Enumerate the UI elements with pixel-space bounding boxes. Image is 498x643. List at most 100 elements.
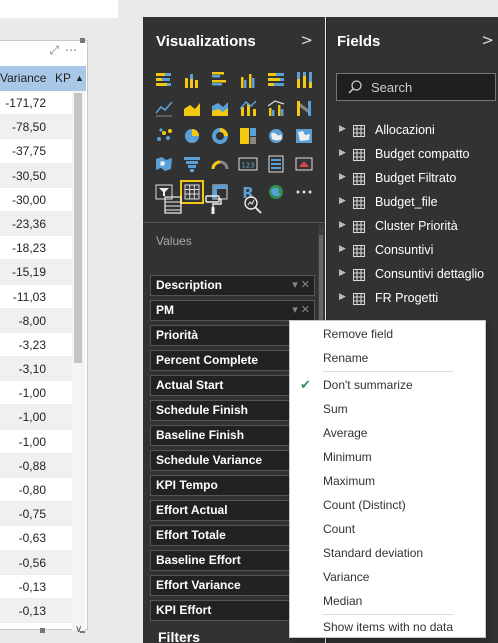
- dropdown-icon[interactable]: ▾: [292, 304, 301, 316]
- table-row[interactable]: -0,13: [0, 598, 72, 624]
- map-icon[interactable]: [265, 125, 287, 147]
- table-row[interactable]: -18,23: [0, 236, 72, 261]
- table-row[interactable]: -0,13: [0, 575, 72, 599]
- menu-item-average[interactable]: Average: [323, 426, 367, 440]
- table-row[interactable]: -0,88: [0, 453, 72, 478]
- area-chart-icon[interactable]: [181, 97, 203, 119]
- stacked-bar-chart-icon[interactable]: [153, 69, 175, 91]
- filled-map-icon[interactable]: [293, 125, 315, 147]
- expand-chevron-icon[interactable]: ▶: [339, 292, 346, 302]
- line-and-stacked-column-icon[interactable]: [237, 97, 259, 119]
- expand-chevron-icon[interactable]: ▶: [339, 196, 346, 206]
- field-table-item[interactable]: ▶ Allocazioni: [327, 120, 498, 144]
- card-icon[interactable]: 123: [237, 153, 259, 175]
- donut-chart-icon[interactable]: [209, 125, 231, 147]
- table-row[interactable]: -15,19: [0, 260, 72, 285]
- collapse-visualizations-icon[interactable]: >: [300, 31, 313, 49]
- fields-tab-icon[interactable]: [161, 193, 185, 217]
- funnel-chart-icon[interactable]: [181, 153, 203, 175]
- remove-field-icon[interactable]: ✕: [301, 304, 310, 316]
- field-table-item[interactable]: ▶ Budget Filtrato: [327, 168, 498, 192]
- table-row[interactable]: -37,75: [0, 139, 72, 164]
- menu-item-dont-summarize[interactable]: Don't summarize: [323, 378, 413, 392]
- table-row[interactable]: -0,75: [0, 502, 72, 527]
- table-row[interactable]: -171,72: [0, 91, 72, 116]
- visual-pane-tabs: [143, 187, 325, 223]
- table-row[interactable]: -8,00: [0, 308, 72, 333]
- scatter-chart-icon[interactable]: [153, 125, 175, 147]
- table-row[interactable]: -78,50: [0, 115, 72, 140]
- table-row[interactable]: -1,00: [0, 381, 72, 406]
- expand-chevron-icon[interactable]: ▶: [339, 124, 346, 134]
- menu-item-minimum[interactable]: Minimum: [323, 450, 372, 464]
- pie-chart-icon[interactable]: [181, 125, 203, 147]
- menu-item-median[interactable]: Median: [323, 594, 362, 608]
- table-row[interactable]: -11,03: [0, 285, 72, 309]
- scrollbar-thumb[interactable]: [74, 93, 82, 363]
- stacked-column-chart-icon[interactable]: [181, 69, 203, 91]
- clustered-bar-chart-icon[interactable]: [209, 69, 231, 91]
- menu-item-rename[interactable]: Rename: [323, 351, 368, 365]
- search-input[interactable]: [371, 78, 491, 96]
- table-row[interactable]: -3,23: [0, 333, 72, 358]
- table-row[interactable]: [0, 623, 72, 643]
- table-row[interactable]: -0,80: [0, 478, 72, 503]
- scroll-down-icon[interactable]: ∨: [75, 624, 82, 635]
- field-table-item[interactable]: ▶ Budget_file: [327, 192, 498, 216]
- 100-stacked-column-chart-icon[interactable]: [293, 69, 315, 91]
- menu-item-maximum[interactable]: Maximum: [323, 474, 375, 488]
- table-row[interactable]: -0,63: [0, 526, 72, 551]
- multi-row-card-icon[interactable]: [265, 153, 287, 175]
- menu-item-count[interactable]: Count: [323, 522, 355, 536]
- field-table-item[interactable]: ▶ FR Progetti: [327, 288, 498, 312]
- menu-item-remove-field[interactable]: Remove field: [323, 327, 393, 341]
- line-and-clustered-column-icon[interactable]: [265, 97, 287, 119]
- gauge-icon[interactable]: [209, 153, 231, 175]
- kpi-icon[interactable]: [293, 153, 315, 175]
- column-header-kpi[interactable]: KP: [55, 71, 71, 85]
- field-table-item[interactable]: ▶ Cluster Priorità: [327, 216, 498, 240]
- table-vertical-scrollbar[interactable]: ∨: [72, 91, 85, 635]
- field-well-chip[interactable]: PM ▾ ✕: [150, 300, 315, 321]
- expand-chevron-icon[interactable]: ▶: [339, 172, 346, 182]
- more-options-icon[interactable]: ⋯: [65, 43, 83, 57]
- table-visual[interactable]: ⤢⋯ Variance KP ▲ -171,72 -78,50 -37,75 -30,…: [0, 38, 88, 635]
- column-header-variance[interactable]: Variance: [0, 71, 46, 85]
- field-well-chip[interactable]: Description ▾ ✕: [150, 275, 315, 296]
- sort-up-icon[interactable]: ▲: [75, 73, 84, 83]
- menu-item-variance[interactable]: Variance: [323, 570, 369, 584]
- table-row[interactable]: -23,36: [0, 211, 72, 237]
- table-row[interactable]: -3,10: [0, 357, 72, 382]
- fields-search-box[interactable]: [336, 73, 496, 101]
- field-table-item[interactable]: ▶ Consuntivi dettaglio: [327, 264, 498, 288]
- expand-chevron-icon[interactable]: ▶: [339, 148, 346, 158]
- stacked-area-chart-icon[interactable]: [209, 97, 231, 119]
- table-row[interactable]: -30,50: [0, 163, 72, 188]
- field-table-item[interactable]: ▶ Budget compatto: [327, 144, 498, 168]
- menu-item-show-items-no-data[interactable]: Show items with no data: [323, 620, 453, 634]
- menu-item-standard-deviation[interactable]: Standard deviation: [323, 546, 423, 560]
- treemap-icon[interactable]: [237, 125, 259, 147]
- expand-chevron-icon[interactable]: ▶: [339, 220, 346, 230]
- table-row[interactable]: -0,56: [0, 550, 72, 575]
- clustered-column-chart-icon[interactable]: [237, 69, 259, 91]
- 100-stacked-bar-chart-icon[interactable]: [265, 69, 287, 91]
- field-table-item[interactable]: ▶ Consuntivi: [327, 240, 498, 264]
- collapse-fields-icon[interactable]: >: [481, 31, 494, 49]
- dropdown-icon[interactable]: ▾: [292, 279, 301, 291]
- table-row[interactable]: -1,00: [0, 430, 72, 454]
- table-row[interactable]: -30,00: [0, 188, 72, 212]
- format-paint-roller-icon[interactable]: [201, 193, 225, 217]
- shape-map-icon[interactable]: [153, 153, 175, 175]
- focus-mode-icon[interactable]: ⤢: [49, 43, 65, 57]
- remove-field-icon[interactable]: ✕: [301, 279, 310, 291]
- field-well-label: Schedule Finish: [156, 403, 249, 417]
- analytics-magnifier-icon[interactable]: [241, 193, 265, 217]
- menu-item-sum[interactable]: Sum: [323, 402, 348, 416]
- ribbon-chart-icon[interactable]: [293, 97, 315, 119]
- expand-chevron-icon[interactable]: ▶: [339, 244, 346, 254]
- line-chart-icon[interactable]: [153, 97, 175, 119]
- expand-chevron-icon[interactable]: ▶: [339, 268, 346, 278]
- table-row[interactable]: -1,00: [0, 405, 72, 430]
- menu-item-count-distinct[interactable]: Count (Distinct): [323, 498, 406, 512]
